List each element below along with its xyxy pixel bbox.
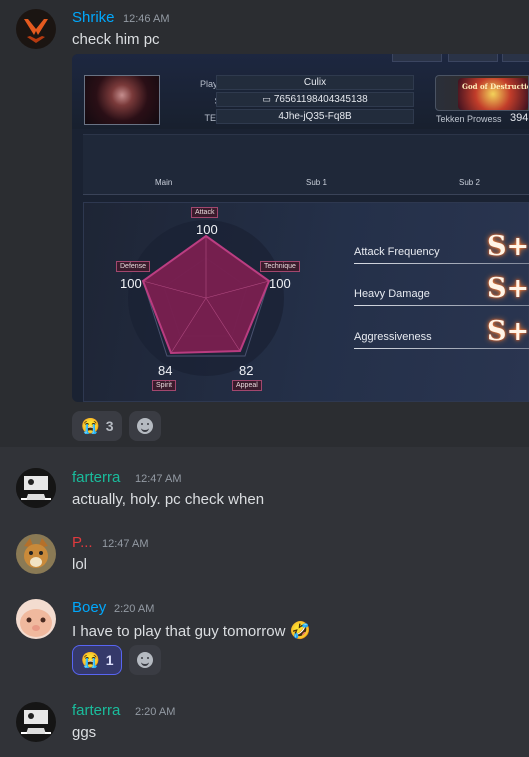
stat-defense-value: 100 — [120, 276, 142, 291]
username[interactable]: farterra — [72, 702, 120, 719]
header-tab — [392, 54, 442, 62]
message-text: ggs — [72, 724, 97, 741]
header-tab — [502, 54, 529, 62]
stat-appeal-label: Appeal — [232, 380, 262, 391]
username[interactable]: Shrike — [72, 9, 115, 26]
tekken-profile-screenshot[interactable]: Player Name Culix Steam ID ▭765611984043… — [72, 54, 529, 402]
playstyle-label: Aggressiveness — [354, 331, 432, 343]
player-name-text: Culix — [303, 77, 327, 88]
avatar[interactable] — [16, 9, 56, 49]
message-text: actually, holy. pc check when — [72, 491, 265, 508]
divider — [354, 305, 529, 306]
reaction-sob[interactable]: 😭 3 — [72, 411, 123, 441]
reaction-count: 1 — [105, 652, 114, 668]
avatar[interactable] — [16, 534, 56, 574]
username[interactable]: farterra — [72, 469, 120, 486]
stat-attack-label: Attack — [191, 207, 219, 218]
message-text-content: I have to play that guy tomorrow — [72, 623, 286, 640]
stats-panel: Attack 100 Technique 100 Appeal 82 Spiri… — [83, 202, 529, 402]
stat-attack-value: 100 — [196, 222, 218, 237]
prowess-value: 394 — [510, 112, 529, 124]
stat-spirit-value: 84 — [158, 363, 173, 378]
playstyle-row: Heavy Damage S+ — [354, 266, 529, 306]
character-portrait — [84, 75, 160, 125]
comic-avatar-icon — [16, 702, 56, 742]
main-label: Main — [155, 178, 173, 187]
message-text: I have to play that guy tomorrow 🤣 — [72, 621, 311, 641]
stat-technique-label: Technique — [260, 261, 300, 272]
steam-id-text: 76561198404345138 — [273, 94, 368, 105]
smiley-icon — [137, 418, 153, 434]
avatar[interactable] — [16, 599, 56, 639]
reaction-count: 3 — [105, 418, 114, 434]
steam-icon: ▭ — [262, 94, 271, 104]
avatar[interactable] — [16, 468, 56, 508]
playstyle-row: Attack Frequency S+ — [354, 224, 529, 264]
tekken-id-text: 4Jhe-jQ35-Fq8B — [278, 111, 352, 122]
stat-appeal-value: 82 — [239, 363, 254, 378]
sob-emoji-icon: 😭 — [81, 418, 100, 435]
username[interactable]: P... — [72, 534, 93, 551]
timestamp: 2:20 AM — [135, 706, 176, 718]
playstyle-grade: S+ — [487, 231, 529, 262]
smiley-icon — [137, 652, 153, 668]
fox-avatar-icon — [16, 534, 56, 574]
divider — [354, 348, 529, 349]
sub1-label: Sub 1 — [306, 178, 327, 187]
sob-emoji-icon: 😭 — [81, 652, 100, 669]
tekken-id-value: 4Jhe-jQ35-Fq8B — [216, 109, 414, 124]
playstyle-label: Attack Frequency — [354, 246, 440, 258]
header-tab — [448, 54, 498, 62]
rofl-emoji-icon: 🤣 — [289, 621, 311, 640]
steam-id-value: ▭ 76561198404345138 — [216, 92, 414, 107]
stat-spirit-label: Spirit — [152, 380, 176, 391]
orange-mask-avatar-icon — [16, 9, 56, 49]
message-text: lol — [72, 556, 88, 573]
add-reaction-button[interactable] — [129, 645, 161, 675]
comic-avatar-icon — [16, 468, 56, 508]
divider — [83, 194, 529, 195]
timestamp: 12:47 AM — [102, 538, 149, 550]
hamster-avatar-icon — [16, 599, 56, 639]
sub2-label: Sub 2 — [459, 178, 480, 187]
reaction-sob[interactable]: 😭 1 — [72, 645, 123, 675]
timestamp: 12:46 AM — [123, 13, 170, 25]
timestamp: 2:20 AM — [114, 603, 155, 615]
prowess-label: Tekken Prowess — [436, 114, 502, 124]
playstyle-row: Aggressiveness S+ — [354, 309, 529, 349]
username[interactable]: Boey — [72, 599, 106, 616]
avatar[interactable] — [16, 702, 56, 742]
playstyle-grade: S+ — [487, 273, 529, 304]
add-reaction-button[interactable] — [129, 411, 161, 441]
playstyle-label: Heavy Damage — [354, 288, 430, 300]
playstyle-grade: S+ — [487, 316, 529, 347]
stat-defense-label: Defense — [116, 261, 151, 272]
rank-text: God of Destruction — [462, 82, 528, 91]
stat-technique-value: 100 — [269, 276, 291, 291]
rank-badge: God of Destruction — [435, 75, 529, 111]
timestamp: 12:47 AM — [135, 473, 182, 485]
player-name-value: Culix — [216, 75, 414, 90]
divider — [354, 263, 529, 264]
message-text: check him pc — [72, 31, 160, 48]
